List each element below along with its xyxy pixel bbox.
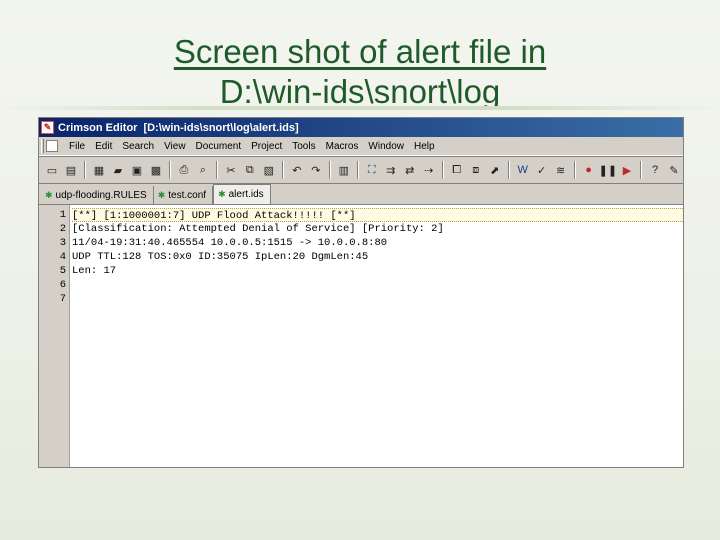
play-macro-icon[interactable]: ▶ xyxy=(618,160,636,180)
code-line[interactable] xyxy=(72,278,683,292)
tile-icon[interactable]: ⧈ xyxy=(467,160,485,180)
code-text-area[interactable]: [**] [1:1000001:7] UDP Flood Attack!!!!!… xyxy=(70,205,683,467)
tab-label: udp-flooding.RULES xyxy=(55,189,147,201)
menu-project[interactable]: Project xyxy=(246,141,287,152)
code-line[interactable]: UDP TTL:128 TOS:0x0 ID:35075 IpLen:20 Dg… xyxy=(72,250,683,264)
tab-label: alert.ids xyxy=(228,189,264,200)
toolbar-separator xyxy=(215,161,218,179)
editor-window: ✎ Crimson Editor [D:\win-ids\snort\log\a… xyxy=(38,117,684,468)
document-tab-bar: ✱ udp-flooding.RULES ✱ test.conf ✱ alert.ids xyxy=(39,184,683,205)
toolbar-separator xyxy=(507,161,510,179)
save-all-icon[interactable]: ▩ xyxy=(147,160,165,180)
toolbar-separator xyxy=(83,161,86,179)
pause-macro-icon[interactable]: ❚❚ xyxy=(599,160,617,180)
paste-icon[interactable]: ▧ xyxy=(260,160,278,180)
main-toolbar: ▭ ▤ ▦ ▰ ▣ ▩ ⎙ ⌕ ✂ ⧉ ▧ ↶ ↷ ▥ ⛶ ⇉ ⇄ ⇢ ⧠ ⧈ ⬈ W ✓ ≋ ● ❚❚ ▶? ✎ xyxy=(39,156,683,184)
toolbar-separator xyxy=(168,161,171,179)
new-template-icon[interactable]: ▤ xyxy=(62,160,80,180)
window-app-name: Crimson Editor xyxy=(58,121,138,134)
slide-title: Screen shot of alert file in D:\win-ids\… xyxy=(0,32,720,112)
menu-file[interactable]: File xyxy=(64,141,90,152)
crimson-editor-app-icon[interactable]: ✎ xyxy=(41,121,54,134)
word-wrap-icon[interactable]: W xyxy=(514,160,532,180)
line-number: 7 xyxy=(59,293,66,305)
settings-icon[interactable]: ≋ xyxy=(552,160,570,180)
toolbar-separator xyxy=(441,161,444,179)
code-line[interactable]: Len: 17 xyxy=(72,264,683,278)
toolbar-separator xyxy=(281,161,284,179)
window-file-path: [D:\win-ids\snort\log\alert.ids] xyxy=(143,121,299,134)
goto-icon[interactable]: ⇢ xyxy=(420,160,438,180)
window-titlebar[interactable]: ✎ Crimson Editor [D:\win-ids\snort\log\a… xyxy=(39,118,683,137)
tab-0[interactable]: ✱ udp-flooding.RULES xyxy=(41,186,154,204)
menu-macros[interactable]: Macros xyxy=(321,141,364,152)
copy-icon[interactable]: ⧉ xyxy=(241,160,259,180)
menu-tools[interactable]: Tools xyxy=(287,141,320,152)
window-list-icon[interactable]: ⧠ xyxy=(448,160,466,180)
tab-file-icon: ✱ xyxy=(157,189,166,200)
cut-icon[interactable]: ✂ xyxy=(222,160,240,180)
menu-help[interactable]: Help xyxy=(409,141,440,152)
menu-window[interactable]: Window xyxy=(363,141,409,152)
line-number: 5 xyxy=(59,265,66,277)
line-number-gutter: 1 2 3 4 5 6 7 xyxy=(39,205,70,467)
code-line[interactable]: 11/04-19:31:40.465554 10.0.0.5:1515 -> 1… xyxy=(72,236,683,250)
line-number: 2 xyxy=(59,223,66,235)
help-icon[interactable]: ? xyxy=(646,160,664,180)
code-line[interactable]: [Classification: Attempted Denial of Ser… xyxy=(72,222,683,236)
save-icon[interactable]: ▣ xyxy=(128,160,146,180)
slide-title-line1: Screen shot of alert file in xyxy=(173,33,547,70)
line-number: 3 xyxy=(59,237,66,249)
find-icon[interactable]: ⛶ xyxy=(363,160,381,180)
spell-check-icon[interactable]: ✓ xyxy=(533,160,551,180)
find-next-icon[interactable]: ⇉ xyxy=(382,160,400,180)
toolbar-separator xyxy=(573,161,576,179)
menu-edit[interactable]: Edit xyxy=(90,141,117,152)
code-line[interactable]: [**] [1:1000001:7] UDP Flood Attack!!!!!… xyxy=(72,208,683,222)
undo-icon[interactable]: ↶ xyxy=(288,160,306,180)
toolbar-separator xyxy=(356,161,359,179)
menu-view[interactable]: View xyxy=(159,141,191,152)
column-mode-icon[interactable]: ▥ xyxy=(335,160,353,180)
browse-icon[interactable]: ⬈ xyxy=(486,160,504,180)
tab-2[interactable]: ✱ alert.ids xyxy=(213,184,271,204)
tab-file-icon: ✱ xyxy=(45,189,53,200)
document-icon[interactable] xyxy=(46,140,58,152)
menu-search[interactable]: Search xyxy=(117,141,159,152)
about-icon[interactable]: ✎ xyxy=(665,160,683,180)
editor-area[interactable]: 1 2 3 4 5 6 7 [**] [1:1000001:7] UDP Flood Att… xyxy=(39,205,683,467)
record-macro-icon[interactable]: ● xyxy=(580,160,598,180)
print-preview-icon[interactable]: ⌕ xyxy=(194,160,212,180)
new-file-icon[interactable]: ▭ xyxy=(43,160,61,180)
redo-icon[interactable]: ↷ xyxy=(307,160,325,180)
menu-bar: File Edit Search View Document Project T… xyxy=(39,137,683,156)
line-number: 6 xyxy=(59,279,66,291)
menu-grip[interactable] xyxy=(41,139,44,153)
open-file-icon[interactable]: ▦ xyxy=(90,160,108,180)
tab-file-icon: ✱ xyxy=(218,189,226,199)
tab-label: test.conf xyxy=(168,189,207,201)
menu-document[interactable]: Document xyxy=(191,141,247,152)
title-divider xyxy=(0,106,720,110)
line-number: 4 xyxy=(59,251,66,263)
toolbar-separator xyxy=(640,161,643,179)
tab-1[interactable]: ✱ test.conf xyxy=(154,186,214,204)
open-folder-icon[interactable]: ▰ xyxy=(109,160,127,180)
replace-icon[interactable]: ⇄ xyxy=(401,160,419,180)
line-number: 1 xyxy=(59,209,66,221)
code-line[interactable] xyxy=(72,292,683,306)
toolbar-separator xyxy=(328,161,331,179)
print-icon[interactable]: ⎙ xyxy=(175,160,193,180)
